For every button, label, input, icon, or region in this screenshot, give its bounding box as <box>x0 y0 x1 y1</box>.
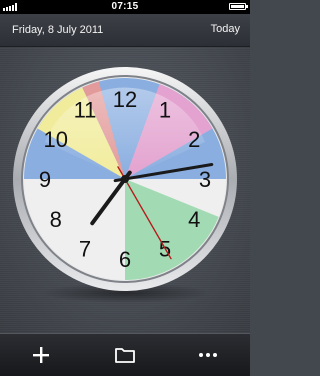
folder-button[interactable] <box>107 342 143 368</box>
clock-number: 8 <box>50 207 62 232</box>
clock-number: 3 <box>199 167 211 192</box>
clock-number: 7 <box>79 236 91 261</box>
clock-center-cap <box>121 175 129 183</box>
status-bar: 07:15 <box>0 0 250 14</box>
clock-number: 4 <box>188 207 200 232</box>
toolbar <box>0 333 250 376</box>
battery-icon <box>229 3 248 10</box>
plus-icon <box>33 347 49 363</box>
segment-white-left <box>24 179 125 280</box>
more-icon <box>199 353 217 357</box>
folder-icon <box>115 348 135 363</box>
more-button[interactable] <box>190 342 226 368</box>
clock-number: 9 <box>39 167 51 192</box>
today-button[interactable]: Today <box>211 23 240 35</box>
clock-number: 1 <box>159 98 171 123</box>
clock-number: 6 <box>119 247 131 272</box>
add-button[interactable] <box>23 342 59 368</box>
date-label: Friday, 8 July 2011 <box>12 24 104 36</box>
status-time: 07:15 <box>111 1 139 12</box>
clock-number: 12 <box>113 87 137 112</box>
header-bar: Friday, 8 July 2011 Today <box>0 14 250 47</box>
clock-number: 11 <box>74 98 97 123</box>
clock-number: 2 <box>188 127 200 152</box>
clock[interactable]: 123456789101112 <box>0 47 250 333</box>
clock-number: 10 <box>43 127 67 152</box>
